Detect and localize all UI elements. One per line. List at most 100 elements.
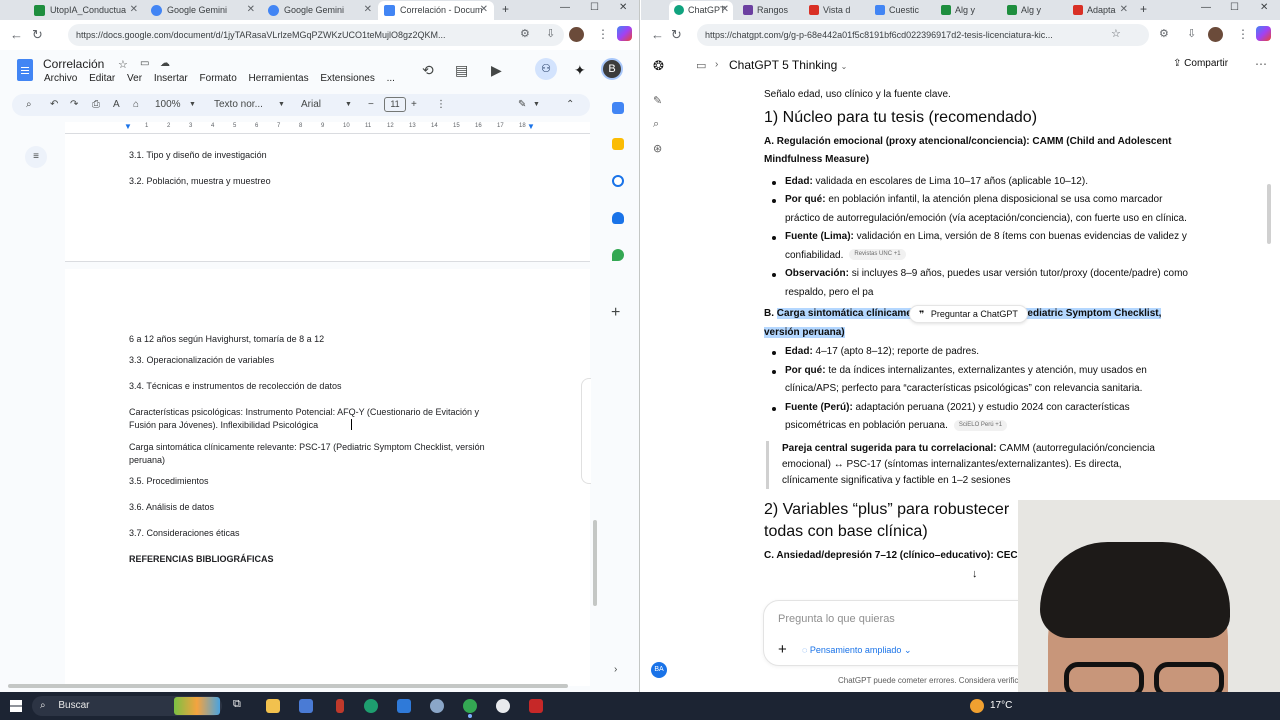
editing-mode-icon[interactable]: ✎ (518, 99, 526, 110)
tab-chatgpt[interactable]: ChatGPT ✕ (669, 1, 733, 20)
keep-icon[interactable] (612, 138, 624, 150)
more-options-icon[interactable]: ⋯ (1255, 57, 1267, 71)
store-icon[interactable] (299, 699, 313, 713)
app-icon[interactable] (336, 699, 344, 713)
extensions-icon[interactable]: ⚙ (520, 27, 530, 40)
thinking-mode-chip[interactable]: ◌ Pensamiento ampliado ⌄ (802, 645, 912, 656)
spellcheck-icon[interactable]: A (113, 99, 120, 110)
close-tab-icon[interactable]: ✕ (364, 4, 372, 15)
back-icon[interactable]: ← (651, 27, 664, 42)
tab-rangos[interactable]: Rangos (738, 1, 802, 20)
doc-paragraph[interactable]: Carga sintomática clínicamente relevante… (129, 442, 485, 453)
citation-pill[interactable]: Revistas UNC +1 (849, 249, 906, 261)
reload-icon[interactable]: ↻ (671, 27, 682, 43)
downloads-icon[interactable]: ⇩ (1187, 27, 1196, 40)
menu-more[interactable]: ... (387, 73, 395, 84)
redo-icon[interactable]: ↷ (70, 99, 78, 110)
new-tab-icon[interactable]: + (1140, 2, 1147, 16)
openai-logo-icon[interactable]: ❂ (653, 58, 664, 74)
library-icon[interactable]: ⊛ (653, 142, 662, 155)
profile-avatar[interactable] (1208, 27, 1223, 42)
doc-paragraph[interactable]: peruana) (129, 455, 165, 466)
doc-heading-3-2[interactable]: 3.2. Población, muestra y muestreo (129, 176, 271, 187)
expand-panel-icon[interactable]: › (614, 664, 617, 675)
scroll-down-arrow-icon[interactable]: ↓ (972, 568, 978, 580)
menu-ver[interactable]: Ver (127, 73, 142, 84)
print-icon[interactable]: ⎙ (92, 99, 100, 110)
model-selector[interactable]: ChatGPT 5 Thinking ⌄ (729, 58, 847, 72)
menu-insertar[interactable]: Insertar (154, 73, 188, 84)
ask-chatgpt-popup[interactable]: ❞ Preguntar a ChatGPT (909, 305, 1028, 323)
back-icon[interactable]: ← (10, 27, 23, 42)
search-chats-icon[interactable]: ⌕ (653, 118, 659, 131)
url-field[interactable]: https://chatgpt.com/g/g-p-68e442a01f5c81… (697, 24, 1149, 46)
gemini-sparkle-icon[interactable]: ✦ (574, 62, 586, 79)
doc-heading-3-3[interactable]: 3.3. Operacionalización de variables (129, 355, 274, 366)
font-select[interactable]: Arial (301, 99, 321, 110)
close-tab-icon[interactable]: ✕ (130, 4, 138, 15)
app-icon[interactable] (430, 699, 444, 713)
right-indent-marker-icon[interactable]: ▼ (527, 122, 535, 131)
paragraph-style-select[interactable]: Texto nor... (214, 99, 263, 110)
zoom-select[interactable]: 100% (155, 99, 181, 110)
close-tab-icon[interactable]: ✕ (1120, 4, 1128, 15)
file-explorer-icon[interactable] (266, 699, 280, 713)
outline-toggle-icon[interactable]: ≡ (25, 146, 47, 168)
gemini-browser-icon[interactable] (1256, 26, 1271, 41)
gemini-browser-icon[interactable] (617, 26, 632, 41)
new-tab-icon[interactable]: + (502, 2, 509, 16)
undo-icon[interactable]: ↶ (50, 99, 58, 110)
tab-correlacion[interactable]: Correlación - Docum ✕ (378, 1, 494, 20)
edge-icon[interactable] (364, 699, 378, 713)
paint-format-icon[interactable]: ⌂ (133, 99, 139, 110)
hide-menus-icon[interactable]: ⌃ (566, 99, 574, 110)
maximize-icon[interactable]: ☐ (1230, 2, 1239, 13)
profile-avatar[interactable] (569, 27, 584, 42)
bookmark-star-icon[interactable]: ☆ (1111, 27, 1121, 40)
meet-icon[interactable]: ▶ (491, 62, 502, 79)
close-window-icon[interactable]: ✕ (619, 2, 627, 13)
doc-paragraph[interactable]: Fusión para Jóvenes). Inflexibilidad Psi… (129, 420, 318, 431)
more-tools-icon[interactable]: ⋮ (436, 99, 446, 110)
doc-paragraph[interactable]: 6 a 12 años según Havighurst, tomaría de… (129, 334, 324, 345)
star-icon[interactable]: ☆ (118, 58, 128, 71)
horizontal-ruler[interactable]: ▼ ▼ 1 2 3 4 5 6 7 8 9 10 11 12 13 14 15 16 17 18 (65, 122, 590, 134)
menu-extensiones[interactable]: Extensiones (320, 73, 374, 84)
new-chat-icon[interactable]: ✎ (653, 94, 662, 107)
decrease-font-size-icon[interactable]: − (368, 99, 374, 110)
share-button[interactable]: ⇪ Compartir (1173, 58, 1228, 69)
menu-editar[interactable]: Editar (89, 73, 115, 84)
horizontal-scrollbar[interactable] (8, 684, 568, 688)
contacts-icon[interactable] (612, 212, 624, 224)
tasks-icon[interactable] (612, 175, 624, 187)
vscode-icon[interactable] (397, 699, 411, 713)
chatgpt-app-icon[interactable] (496, 699, 510, 713)
increase-font-size-icon[interactable]: + (411, 99, 417, 110)
tab-alg-2[interactable]: Alg y (1002, 1, 1066, 20)
more-menu-icon[interactable]: ⋮ (597, 27, 609, 41)
more-menu-icon[interactable]: ⋮ (1237, 27, 1249, 41)
account-avatar[interactable]: B (601, 58, 623, 80)
font-size-input[interactable]: 11 (384, 97, 406, 112)
url-field[interactable]: https://docs.google.com/document/d/1jyTA… (68, 24, 564, 46)
reload-icon[interactable]: ↻ (32, 27, 43, 43)
tab-gemini-2[interactable]: Google Gemini ✕ (262, 1, 378, 20)
maximize-icon[interactable]: ☐ (590, 2, 599, 13)
doc-heading-3-4[interactable]: 3.4. Técnicas e instrumentos de recolecc… (129, 381, 341, 392)
doc-paragraph[interactable]: Características psicológicas: Instrument… (129, 407, 479, 418)
vertical-scrollbar[interactable] (593, 520, 597, 606)
tab-gemini-1[interactable]: Google Gemini ✕ (145, 1, 261, 20)
search-menus-icon[interactable]: ⌕ (26, 99, 32, 110)
user-avatar[interactable]: BA (651, 662, 667, 678)
side-panel-handle[interactable] (581, 378, 591, 484)
task-view-icon[interactable]: ⧉ (233, 698, 247, 712)
version-history-icon[interactable]: ⟲ (422, 62, 434, 79)
doc-heading-3-1[interactable]: 3.1. Tipo y diseño de investigación (129, 150, 267, 161)
add-addon-icon[interactable]: + (611, 304, 620, 322)
extensions-icon[interactable]: ⚙ (1159, 27, 1169, 40)
weather-temperature[interactable]: 17°C (990, 700, 1012, 711)
tab-utopia[interactable]: UtopIA_Conductua ✕ (28, 1, 144, 20)
move-folder-icon[interactable]: ▭ (140, 58, 149, 69)
downloads-icon[interactable]: ⇩ (546, 27, 555, 40)
share-icon[interactable]: ⚇ (535, 58, 557, 80)
